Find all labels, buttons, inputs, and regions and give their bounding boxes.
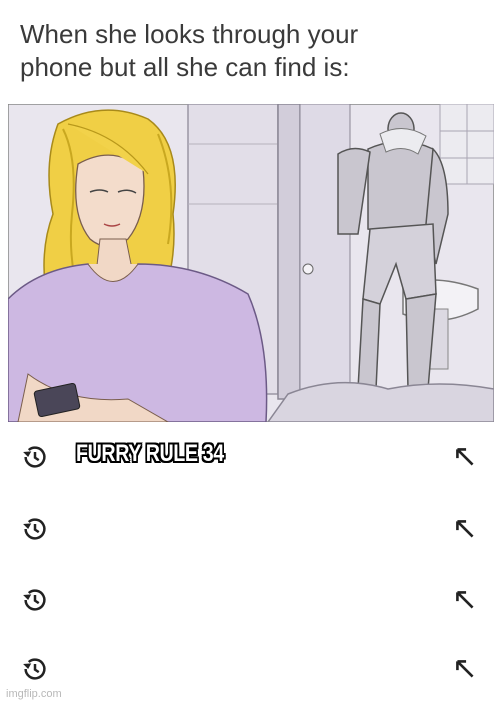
arrow-up-left-icon[interactable]	[452, 444, 478, 470]
arrow-up-left-icon[interactable]	[452, 587, 478, 613]
history-item[interactable]: FURRY RULE 34	[0, 422, 500, 492]
history-item[interactable]	[0, 494, 500, 564]
history-clock-icon	[23, 446, 46, 468]
history-clock-icon	[23, 518, 46, 540]
history-query-text: FURRY RULE 34	[76, 440, 224, 467]
caption-line-2: phone but all she can find is:	[20, 52, 350, 82]
search-history-list: FURRY RULE 34	[0, 422, 500, 704]
history-item[interactable]	[0, 634, 500, 704]
history-clock-icon	[23, 589, 46, 611]
meme-caption: When she looks through your phone but al…	[20, 18, 490, 84]
caption-line-1: When she looks through your	[20, 19, 359, 49]
arrow-up-left-icon[interactable]	[452, 656, 478, 682]
arrow-up-left-icon[interactable]	[452, 516, 478, 542]
imgflip-watermark: imgflip.com	[6, 688, 62, 700]
history-item[interactable]	[0, 565, 500, 635]
comic-illustration	[8, 104, 494, 422]
history-clock-icon	[23, 658, 46, 680]
